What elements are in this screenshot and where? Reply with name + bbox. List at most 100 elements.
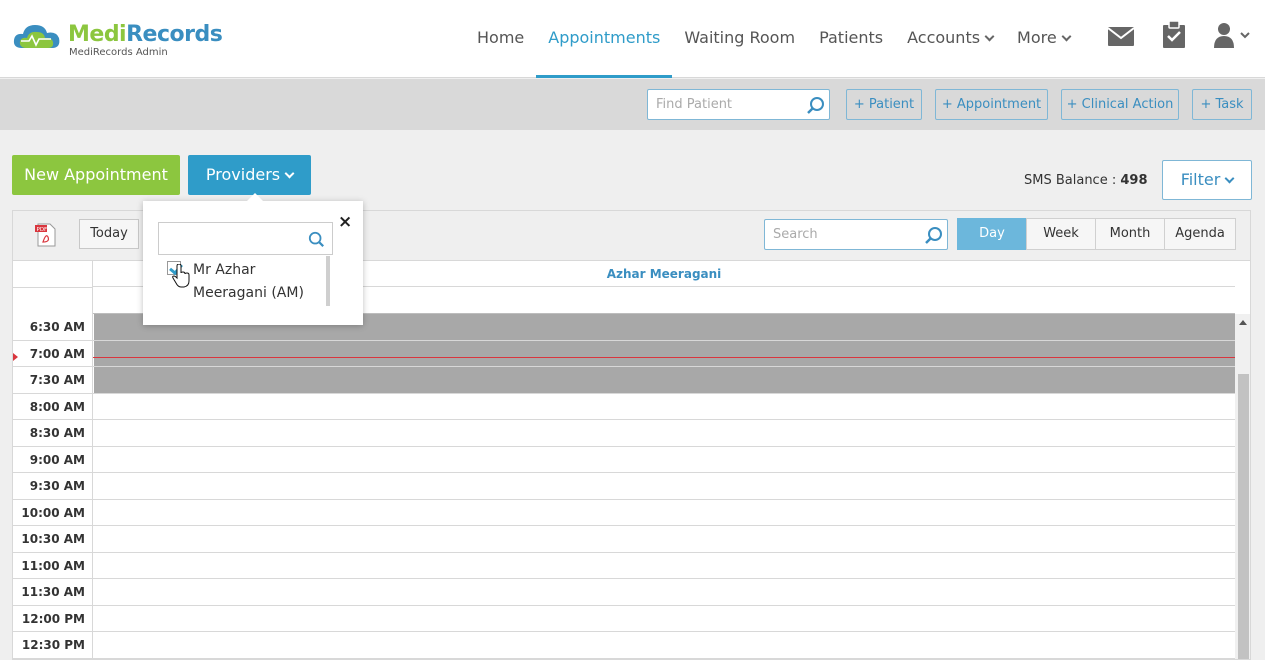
nav-waiting-room[interactable]: Waiting Room — [672, 0, 807, 78]
user-icon[interactable] — [1214, 22, 1254, 48]
appointment-slot[interactable] — [94, 367, 1235, 393]
appointment-slot[interactable] — [94, 606, 1235, 632]
clipboard-check-icon[interactable] — [1162, 21, 1186, 48]
mail-icon[interactable] — [1108, 27, 1134, 46]
time-slot-rows: 6:30 AM 7:00 AM 7:30 AM 8:00 AM 8:30 AM 9:00 … — [13, 314, 1235, 659]
add-patient-button[interactable]: + Patient — [846, 89, 922, 120]
appointment-slot[interactable] — [94, 579, 1235, 605]
time-slot-row: 8:00 AM — [13, 393, 1235, 420]
quick-action-bar: + Patient + Appointment + Clinical Actio… — [0, 79, 1265, 130]
providers-dropdown-button[interactable]: Providers — [188, 155, 311, 195]
filter-label: Filter — [1180, 170, 1221, 189]
provider-search-box — [158, 222, 333, 255]
scroll-up-arrow-icon[interactable] — [1239, 320, 1247, 325]
time-label: 9:30 AM — [13, 473, 93, 499]
time-slot-row: 9:30 AM — [13, 473, 1235, 500]
time-slot-row: 8:30 AM — [13, 420, 1235, 447]
brand-name: MediRecords — [68, 22, 223, 48]
calendar-search-input[interactable] — [765, 220, 915, 249]
time-slot-row: 11:00 AM — [13, 552, 1235, 579]
find-patient-input[interactable] — [648, 90, 798, 119]
view-month-button[interactable]: Month — [1095, 218, 1165, 250]
nav-home-label: Home — [477, 28, 525, 47]
provider-search-input[interactable] — [159, 223, 299, 254]
brand-part1: Medi — [68, 22, 127, 47]
time-slot-row: 12:00 PM — [13, 605, 1235, 632]
time-label: 11:30 AM — [13, 579, 93, 605]
today-button[interactable]: Today — [79, 219, 139, 249]
scrollbar-thumb[interactable] — [1238, 374, 1249, 659]
providers-popup: × Mr Azhar Meeragani (AM) — [143, 193, 363, 325]
appointment-slot[interactable] — [94, 394, 1235, 420]
chevron-down-icon — [984, 31, 995, 42]
add-clinical-action-button[interactable]: + Clinical Action — [1061, 89, 1179, 120]
appointment-slot[interactable] — [94, 420, 1235, 446]
appointment-slot[interactable] — [94, 553, 1235, 579]
filter-button[interactable]: Filter — [1162, 160, 1252, 200]
pdf-export-icon[interactable]: PDF — [35, 223, 57, 247]
appointment-slot[interactable] — [94, 340, 1235, 366]
view-agenda-button[interactable]: Agenda — [1164, 218, 1236, 250]
add-appointment-button[interactable]: + Appointment — [935, 89, 1048, 120]
add-task-button[interactable]: + Task — [1192, 89, 1252, 120]
current-time-line — [93, 357, 1235, 358]
time-label: 10:30 AM — [13, 526, 93, 552]
nav-home[interactable]: Home — [465, 0, 536, 78]
appointment-slot[interactable] — [94, 632, 1235, 658]
time-label: 9:00 AM — [13, 446, 93, 472]
calendar-search-box — [764, 219, 948, 250]
time-label: 7:00 AM — [13, 340, 93, 366]
search-icon[interactable] — [806, 96, 825, 115]
time-label: 7:30 AM — [13, 367, 93, 393]
time-label: 6:30 AM — [13, 314, 93, 340]
appointment-slot[interactable] — [94, 447, 1235, 473]
time-label: 11:00 AM — [13, 552, 93, 578]
nav-appointments[interactable]: Appointments — [536, 0, 673, 78]
time-slot-row: 9:00 AM — [13, 446, 1235, 473]
brand-part2: Records — [126, 22, 223, 47]
top-header: MediRecords MediRecords Admin Home Appoi… — [0, 0, 1265, 78]
search-icon[interactable] — [924, 226, 943, 245]
chevron-down-icon — [284, 168, 295, 179]
time-label: 10:00 AM — [13, 499, 93, 525]
hand-cursor-icon — [172, 264, 190, 288]
time-slot-row: 7:30 AM — [13, 367, 1235, 394]
appointment-slot[interactable] — [94, 526, 1235, 552]
time-label: 12:30 PM — [13, 632, 93, 658]
time-label: 8:30 AM — [13, 420, 93, 446]
nav-accounts[interactable]: Accounts — [895, 0, 1005, 78]
time-slot-row: 12:30 PM — [13, 632, 1235, 659]
provider-list-scrollbar[interactable] — [326, 256, 330, 306]
nav-more[interactable]: More — [1005, 0, 1082, 78]
find-patient-box — [647, 89, 830, 120]
sms-balance-label: SMS Balance : — [1024, 173, 1121, 188]
view-day-button[interactable]: Day — [957, 218, 1027, 250]
svg-text:PDF: PDF — [37, 227, 48, 233]
cloud-logo-icon — [13, 25, 60, 48]
time-slot-row: 7:00 AM — [13, 340, 1235, 367]
close-icon[interactable]: × — [338, 213, 352, 231]
time-label: 12:00 PM — [13, 605, 93, 631]
brand-subtitle: MediRecords Admin — [69, 47, 168, 58]
current-time-marker — [13, 353, 18, 361]
main-nav: Home Appointments Waiting Room Patients … — [465, 0, 1082, 78]
nav-patients[interactable]: Patients — [807, 0, 895, 78]
time-slot-row: 10:30 AM — [13, 526, 1235, 553]
search-icon[interactable] — [308, 231, 325, 248]
time-slot-row: 11:30 AM — [13, 579, 1235, 606]
chevron-down-icon — [1224, 173, 1235, 184]
calendar-scrollbar[interactable] — [1235, 314, 1250, 659]
medirecords-logo[interactable]: MediRecords MediRecords Admin — [12, 20, 223, 62]
appointment-slot[interactable] — [94, 500, 1235, 526]
chevron-down-icon — [1061, 31, 1072, 42]
nav-patients-label: Patients — [819, 28, 884, 47]
nav-accounts-label: Accounts — [907, 28, 981, 47]
appointment-slot[interactable] — [94, 473, 1235, 499]
time-label: 8:00 AM — [13, 393, 93, 419]
sms-balance: SMS Balance : 498 — [1024, 173, 1148, 188]
view-week-button[interactable]: Week — [1026, 218, 1096, 250]
view-switcher: Day Week Month Agenda — [957, 218, 1236, 250]
new-appointment-button[interactable]: New Appointment — [12, 155, 180, 195]
nav-more-label: More — [1017, 28, 1057, 47]
providers-label: Providers — [205, 165, 281, 184]
